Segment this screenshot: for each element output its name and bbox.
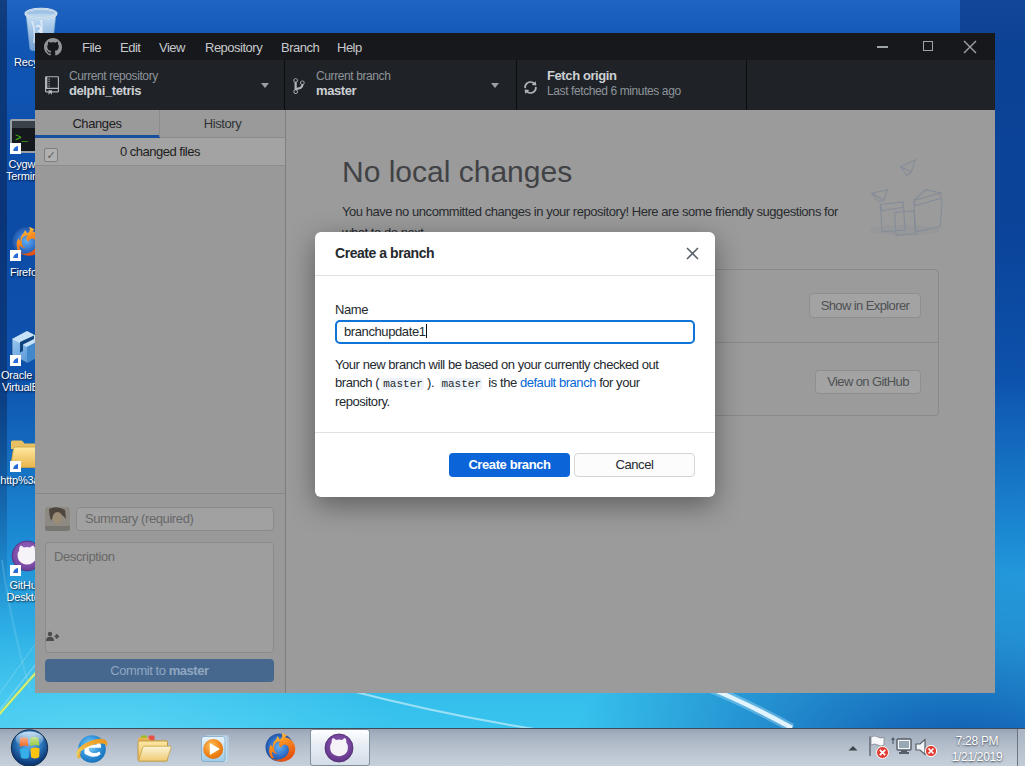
svg-text:>_: >_ <box>15 132 29 144</box>
